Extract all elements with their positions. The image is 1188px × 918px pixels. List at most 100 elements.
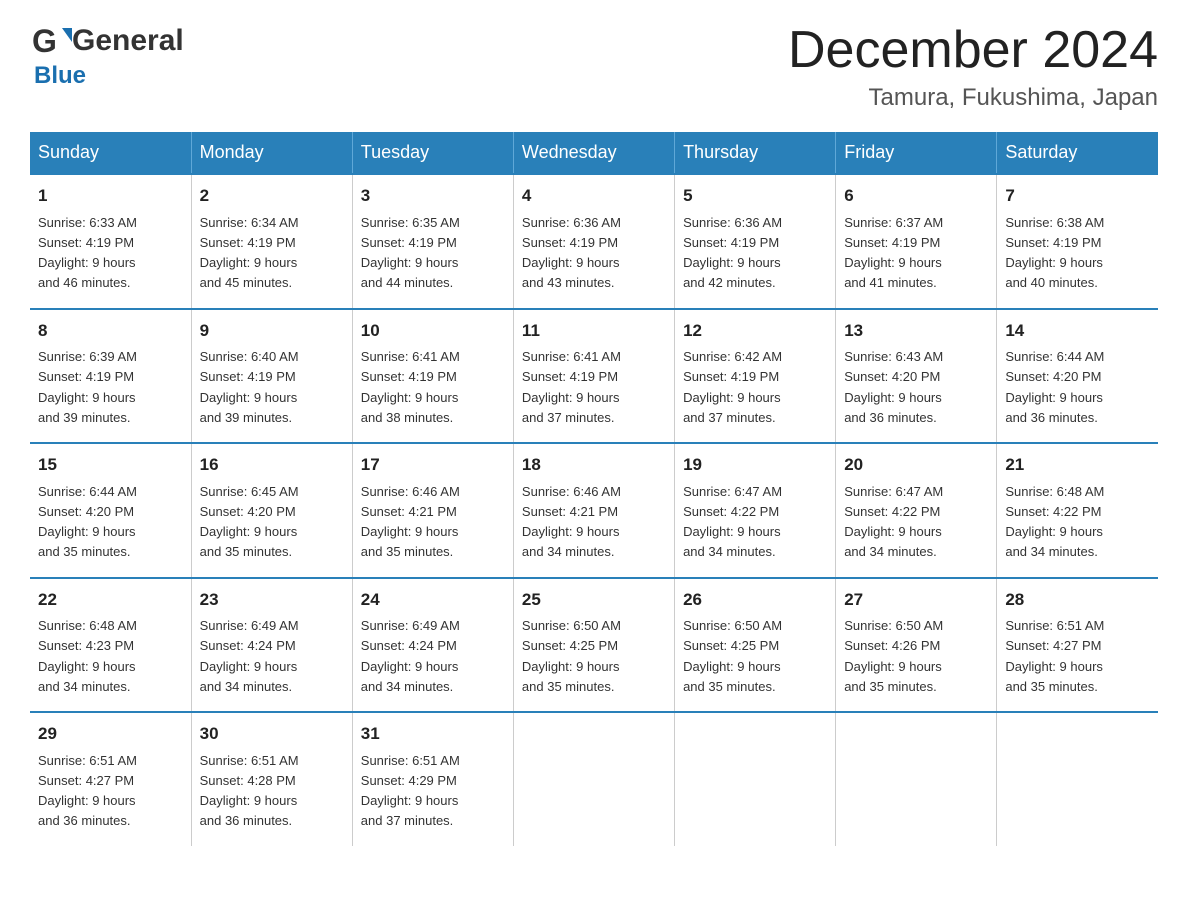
weekday-header-friday: Friday bbox=[836, 132, 997, 174]
day-number: 19 bbox=[683, 452, 827, 478]
calendar-day-cell: 10 Sunrise: 6:41 AMSunset: 4:19 PMDayligh… bbox=[352, 309, 513, 444]
day-info: Sunrise: 6:47 AMSunset: 4:22 PMDaylight:… bbox=[683, 484, 782, 560]
calendar-day-cell: 23 Sunrise: 6:49 AMSunset: 4:24 PMDayligh… bbox=[191, 578, 352, 713]
calendar-day-cell: 8 Sunrise: 6:39 AMSunset: 4:19 PMDaylight… bbox=[30, 309, 191, 444]
day-number: 17 bbox=[361, 452, 505, 478]
calendar-day-cell: 1 Sunrise: 6:33 AMSunset: 4:19 PMDaylight… bbox=[30, 174, 191, 309]
day-info: Sunrise: 6:48 AMSunset: 4:23 PMDaylight:… bbox=[38, 618, 137, 694]
calendar-day-cell: 11Sunrise: 6:41 AMSunset: 4:19 PMDayligh… bbox=[513, 309, 674, 444]
calendar-day-cell: 14 Sunrise: 6:44 AMSunset: 4:20 PMDayligh… bbox=[997, 309, 1158, 444]
calendar-day-cell: 24 Sunrise: 6:49 AMSunset: 4:24 PMDayligh… bbox=[352, 578, 513, 713]
day-number: 16 bbox=[200, 452, 344, 478]
day-number: 13 bbox=[844, 318, 988, 344]
day-info: Sunrise: 6:45 AMSunset: 4:20 PMDaylight:… bbox=[200, 484, 299, 560]
day-info: Sunrise: 6:51 AMSunset: 4:27 PMDaylight:… bbox=[1005, 618, 1104, 694]
calendar-day-cell: 29Sunrise: 6:51 AMSunset: 4:27 PMDayligh… bbox=[30, 712, 191, 846]
day-info: Sunrise: 6:39 AMSunset: 4:19 PMDaylight:… bbox=[38, 349, 137, 425]
day-number: 1 bbox=[38, 183, 183, 209]
logo-icon: G bbox=[30, 20, 72, 62]
day-number: 25 bbox=[522, 587, 666, 613]
calendar-week-row: 8 Sunrise: 6:39 AMSunset: 4:19 PMDaylight… bbox=[30, 309, 1158, 444]
calendar-week-row: 15 Sunrise: 6:44 AMSunset: 4:20 PMDayligh… bbox=[30, 443, 1158, 578]
calendar-day-cell: 26 Sunrise: 6:50 AMSunset: 4:25 PMDayligh… bbox=[675, 578, 836, 713]
day-info: Sunrise: 6:47 AMSunset: 4:22 PMDaylight:… bbox=[844, 484, 943, 560]
day-info: Sunrise: 6:35 AMSunset: 4:19 PMDaylight:… bbox=[361, 215, 460, 291]
calendar-empty-cell bbox=[997, 712, 1158, 846]
day-number: 22 bbox=[38, 587, 183, 613]
day-number: 10 bbox=[361, 318, 505, 344]
calendar-day-cell: 27 Sunrise: 6:50 AMSunset: 4:26 PMDayligh… bbox=[836, 578, 997, 713]
month-title: December 2024 bbox=[788, 20, 1158, 80]
logo-general-text: General bbox=[72, 24, 184, 58]
weekday-header-saturday: Saturday bbox=[997, 132, 1158, 174]
day-info: Sunrise: 6:36 AMSunset: 4:19 PMDaylight:… bbox=[683, 215, 782, 291]
day-info: Sunrise: 6:50 AMSunset: 4:26 PMDaylight:… bbox=[844, 618, 943, 694]
day-number: 14 bbox=[1005, 318, 1150, 344]
day-info: Sunrise: 6:41 AMSunset: 4:19 PMDaylight:… bbox=[522, 349, 621, 425]
day-number: 2 bbox=[200, 183, 344, 209]
day-number: 12 bbox=[683, 318, 827, 344]
day-info: Sunrise: 6:37 AMSunset: 4:19 PMDaylight:… bbox=[844, 215, 943, 291]
day-info: Sunrise: 6:50 AMSunset: 4:25 PMDaylight:… bbox=[522, 618, 621, 694]
day-info: Sunrise: 6:41 AMSunset: 4:19 PMDaylight:… bbox=[361, 349, 460, 425]
location-title: Tamura, Fukushima, Japan bbox=[788, 84, 1158, 112]
day-number: 29 bbox=[38, 721, 183, 747]
calendar-day-cell: 13 Sunrise: 6:43 AMSunset: 4:20 PMDayligh… bbox=[836, 309, 997, 444]
day-info: Sunrise: 6:44 AMSunset: 4:20 PMDaylight:… bbox=[1005, 349, 1104, 425]
weekday-header-monday: Monday bbox=[191, 132, 352, 174]
logo-blue-text: Blue bbox=[34, 62, 86, 90]
day-number: 24 bbox=[361, 587, 505, 613]
day-info: Sunrise: 6:49 AMSunset: 4:24 PMDaylight:… bbox=[200, 618, 299, 694]
day-info: Sunrise: 6:42 AMSunset: 4:19 PMDaylight:… bbox=[683, 349, 782, 425]
day-number: 27 bbox=[844, 587, 988, 613]
weekday-header-thursday: Thursday bbox=[675, 132, 836, 174]
day-number: 23 bbox=[200, 587, 344, 613]
day-number: 18 bbox=[522, 452, 666, 478]
title-section: December 2024 Tamura, Fukushima, Japan bbox=[788, 20, 1158, 112]
day-info: Sunrise: 6:49 AMSunset: 4:24 PMDaylight:… bbox=[361, 618, 460, 694]
svg-text:G: G bbox=[32, 23, 57, 59]
calendar-day-cell: 21 Sunrise: 6:48 AMSunset: 4:22 PMDayligh… bbox=[997, 443, 1158, 578]
calendar-day-cell: 20 Sunrise: 6:47 AMSunset: 4:22 PMDayligh… bbox=[836, 443, 997, 578]
calendar-day-cell: 30Sunrise: 6:51 AMSunset: 4:28 PMDayligh… bbox=[191, 712, 352, 846]
day-info: Sunrise: 6:34 AMSunset: 4:19 PMDaylight:… bbox=[200, 215, 299, 291]
calendar-day-cell: 22 Sunrise: 6:48 AMSunset: 4:23 PMDayligh… bbox=[30, 578, 191, 713]
day-info: Sunrise: 6:38 AMSunset: 4:19 PMDaylight:… bbox=[1005, 215, 1104, 291]
day-number: 6 bbox=[844, 183, 988, 209]
day-number: 20 bbox=[844, 452, 988, 478]
day-number: 5 bbox=[683, 183, 827, 209]
day-info: Sunrise: 6:46 AMSunset: 4:21 PMDaylight:… bbox=[361, 484, 460, 560]
logo: G General Blue bbox=[30, 20, 184, 90]
day-number: 28 bbox=[1005, 587, 1150, 613]
calendar-day-cell: 28 Sunrise: 6:51 AMSunset: 4:27 PMDayligh… bbox=[997, 578, 1158, 713]
day-number: 8 bbox=[38, 318, 183, 344]
calendar-empty-cell bbox=[513, 712, 674, 846]
day-info: Sunrise: 6:48 AMSunset: 4:22 PMDaylight:… bbox=[1005, 484, 1104, 560]
calendar-table: SundayMondayTuesdayWednesdayThursdayFrid… bbox=[30, 132, 1158, 846]
calendar-week-row: 29Sunrise: 6:51 AMSunset: 4:27 PMDayligh… bbox=[30, 712, 1158, 846]
calendar-day-cell: 25 Sunrise: 6:50 AMSunset: 4:25 PMDayligh… bbox=[513, 578, 674, 713]
calendar-day-cell: 15 Sunrise: 6:44 AMSunset: 4:20 PMDayligh… bbox=[30, 443, 191, 578]
day-number: 15 bbox=[38, 452, 183, 478]
day-info: Sunrise: 6:33 AMSunset: 4:19 PMDaylight:… bbox=[38, 215, 137, 291]
day-info: Sunrise: 6:46 AMSunset: 4:21 PMDaylight:… bbox=[522, 484, 621, 560]
calendar-week-row: 22 Sunrise: 6:48 AMSunset: 4:23 PMDayligh… bbox=[30, 578, 1158, 713]
calendar-week-row: 1 Sunrise: 6:33 AMSunset: 4:19 PMDaylight… bbox=[30, 174, 1158, 309]
day-info: Sunrise: 6:44 AMSunset: 4:20 PMDaylight:… bbox=[38, 484, 137, 560]
calendar-day-cell: 3Sunrise: 6:35 AMSunset: 4:19 PMDaylight… bbox=[352, 174, 513, 309]
day-number: 26 bbox=[683, 587, 827, 613]
day-number: 21 bbox=[1005, 452, 1150, 478]
day-info: Sunrise: 6:43 AMSunset: 4:20 PMDaylight:… bbox=[844, 349, 943, 425]
calendar-day-cell: 5 Sunrise: 6:36 AMSunset: 4:19 PMDaylight… bbox=[675, 174, 836, 309]
calendar-day-cell: 2 Sunrise: 6:34 AMSunset: 4:19 PMDaylight… bbox=[191, 174, 352, 309]
day-info: Sunrise: 6:51 AMSunset: 4:29 PMDaylight:… bbox=[361, 753, 460, 829]
calendar-empty-cell bbox=[836, 712, 997, 846]
calendar-day-cell: 4Sunrise: 6:36 AMSunset: 4:19 PMDaylight… bbox=[513, 174, 674, 309]
calendar-day-cell: 19 Sunrise: 6:47 AMSunset: 4:22 PMDayligh… bbox=[675, 443, 836, 578]
day-info: Sunrise: 6:40 AMSunset: 4:19 PMDaylight:… bbox=[200, 349, 299, 425]
day-number: 7 bbox=[1005, 183, 1150, 209]
day-info: Sunrise: 6:50 AMSunset: 4:25 PMDaylight:… bbox=[683, 618, 782, 694]
day-info: Sunrise: 6:51 AMSunset: 4:28 PMDaylight:… bbox=[200, 753, 299, 829]
calendar-day-cell: 9Sunrise: 6:40 AMSunset: 4:19 PMDaylight… bbox=[191, 309, 352, 444]
day-number: 31 bbox=[361, 721, 505, 747]
